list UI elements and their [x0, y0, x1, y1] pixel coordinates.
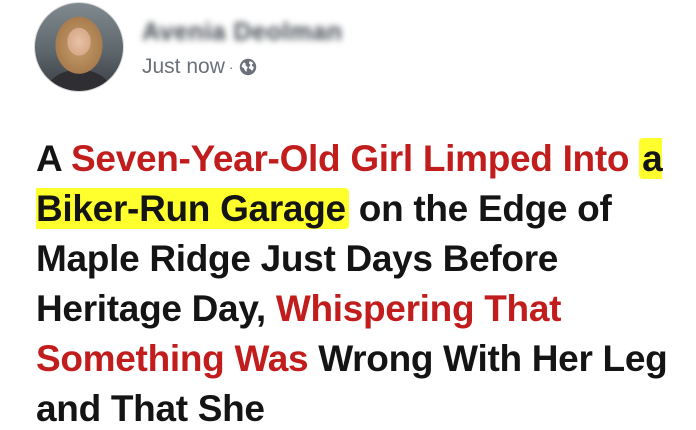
post-header: Avenia Deolman Just now ·	[34, 2, 343, 92]
globe-icon[interactable]	[239, 58, 257, 76]
post-headline: A Seven-Year-Old Girl Limped Into a Bike…	[36, 134, 686, 430]
headline-segment: A	[36, 138, 72, 179]
post-meta: Just now ·	[142, 55, 343, 79]
author-avatar[interactable]	[34, 2, 124, 92]
post-header-text: Avenia Deolman Just now ·	[142, 15, 343, 79]
meta-separator: ·	[228, 59, 234, 75]
social-post: Avenia Deolman Just now · A Seven-Year-O…	[0, 0, 696, 430]
post-timestamp[interactable]: Just now	[142, 55, 225, 79]
headline-segment-red: Seven-Year-Old Girl Limped Into	[71, 138, 640, 179]
author-name[interactable]: Avenia Deolman	[142, 17, 343, 47]
